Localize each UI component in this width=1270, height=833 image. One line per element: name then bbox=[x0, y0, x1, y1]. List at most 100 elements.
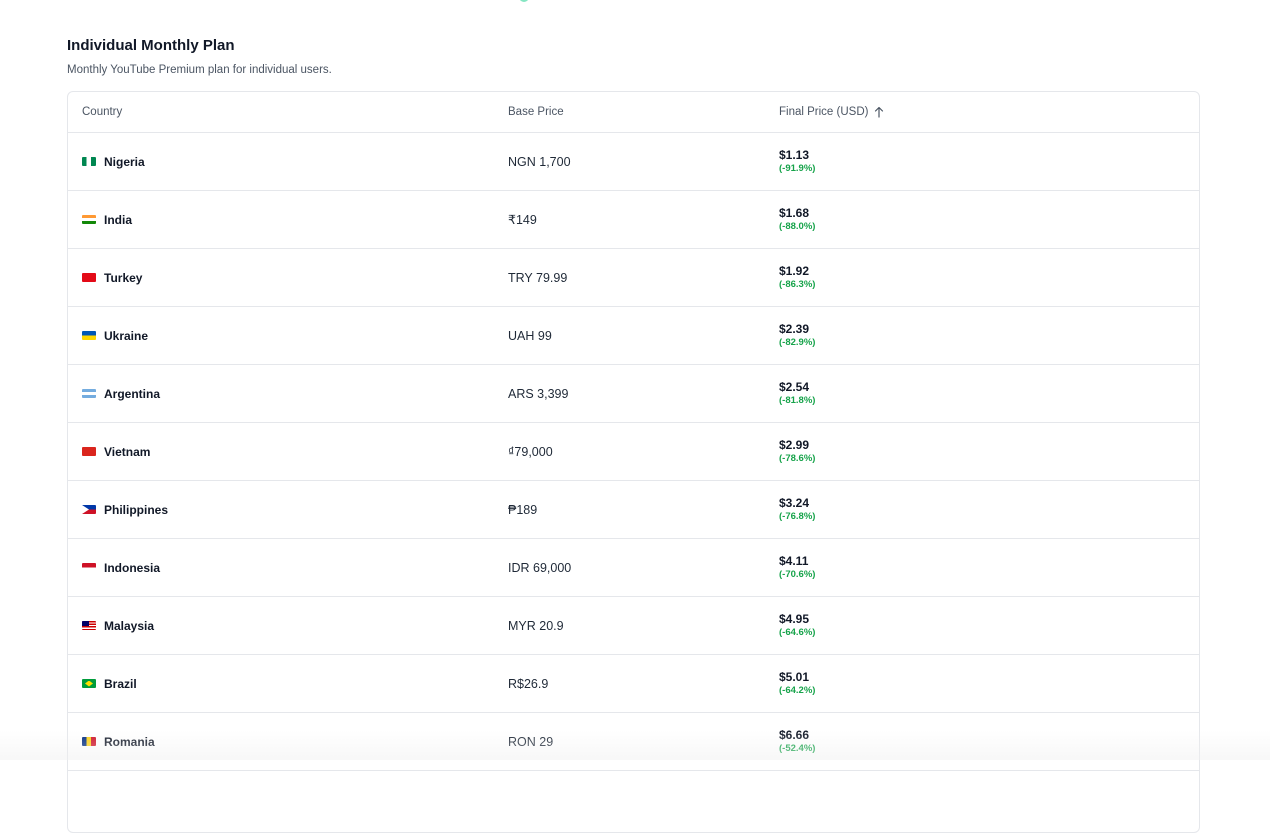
pricing-table: Country Base Price Final Price (USD) Nig… bbox=[67, 91, 1200, 833]
final-price-cell: $2.39 (-82.9%) bbox=[779, 307, 815, 364]
price-difference: (-70.6%) bbox=[779, 569, 816, 580]
country-cell: Argentina bbox=[82, 365, 160, 422]
country-name: Brazil bbox=[104, 676, 137, 691]
final-price: $1.92 bbox=[779, 264, 810, 278]
price-difference: (-81.8%) bbox=[779, 395, 816, 406]
price-difference: (-76.8%) bbox=[779, 511, 816, 522]
turkey-flag-icon bbox=[82, 273, 96, 282]
price-difference: (-52.4%) bbox=[779, 743, 816, 754]
price-difference: (-88.0%) bbox=[779, 221, 816, 232]
table-row[interactable]: Indonesia IDR 69,000 $4.11 (-70.6%) bbox=[68, 539, 1199, 597]
final-price-cell: $1.13 (-91.9%) bbox=[779, 133, 815, 190]
country-name: Philippines bbox=[104, 502, 169, 517]
india-flag-icon bbox=[82, 215, 96, 224]
logo-icon bbox=[519, 0, 529, 2]
column-header-country[interactable]: Country bbox=[82, 92, 122, 132]
base-price-cell: ARS 3,399 bbox=[508, 386, 569, 401]
vietnam-flag-icon bbox=[82, 447, 96, 456]
table-row[interactable]: Argentina ARS 3,399 $2.54 (-81.8%) bbox=[68, 365, 1199, 423]
country-name: Indonesia bbox=[104, 560, 161, 575]
country-cell: India bbox=[82, 191, 132, 248]
final-price: $5.01 bbox=[779, 670, 810, 684]
table-row[interactable]: Nigeria NGN 1,700 $1.13 (-91.9%) bbox=[68, 133, 1199, 191]
section-title: Individual Monthly Plan bbox=[67, 37, 235, 54]
country-cell: Philippines bbox=[82, 481, 168, 538]
final-price-cell: $1.68 (-88.0%) bbox=[779, 191, 815, 248]
final-price-cell: $3.24 (-76.8%) bbox=[779, 481, 815, 538]
country-cell: Nigeria bbox=[82, 133, 145, 190]
column-header-final-price-label: Final Price (USD) bbox=[779, 106, 869, 118]
base-price-cell: R$26.9 bbox=[508, 676, 549, 691]
country-name: Vietnam bbox=[104, 444, 151, 459]
table-row[interactable]: Malaysia MYR 20.9 $4.95 (-64.6%) bbox=[68, 597, 1199, 655]
country-name: Romania bbox=[104, 734, 155, 749]
final-price: $2.54 bbox=[779, 380, 810, 394]
malaysia-flag-icon bbox=[82, 621, 96, 630]
country-cell: Vietnam bbox=[82, 423, 150, 480]
price-difference: (-64.6%) bbox=[779, 627, 816, 638]
table-header: Country Base Price Final Price (USD) bbox=[68, 92, 1199, 133]
table-row[interactable]: Romania RON 29 $6.66 (-52.4%) bbox=[68, 713, 1199, 771]
price-difference: (-86.3%) bbox=[779, 279, 816, 290]
base-price-cell: ₫79,000 bbox=[508, 444, 553, 459]
base-price-cell: ₱189 bbox=[508, 502, 538, 517]
arrow-up-icon[interactable] bbox=[874, 106, 884, 118]
country-name: Argentina bbox=[104, 386, 161, 401]
table-row[interactable]: Brazil R$26.9 $5.01 (-64.2%) bbox=[68, 655, 1199, 713]
brazil-flag-icon bbox=[82, 679, 96, 688]
base-price-cell: RON 29 bbox=[508, 734, 554, 749]
base-price-cell: ₹149 bbox=[508, 213, 537, 227]
final-price-cell: $5.01 (-64.2%) bbox=[779, 655, 815, 712]
final-price: $4.11 bbox=[779, 554, 809, 568]
country-cell: Malaysia bbox=[82, 597, 154, 654]
indonesia-flag-icon bbox=[82, 563, 96, 572]
country-cell: Indonesia bbox=[82, 539, 160, 596]
base-price-cell: IDR 69,000 bbox=[508, 560, 572, 575]
price-difference: (-91.9%) bbox=[779, 163, 816, 174]
final-price-cell: $1.92 (-86.3%) bbox=[779, 249, 815, 306]
country-cell: Romania bbox=[82, 713, 155, 770]
base-price-cell: TRY 79.99 bbox=[508, 270, 568, 285]
table-row[interactable]: Vietnam ₫79,000 $2.99 (-78.6%) bbox=[68, 423, 1199, 481]
final-price: $2.39 bbox=[779, 322, 810, 336]
final-price: $1.13 bbox=[779, 148, 810, 162]
column-header-base-price[interactable]: Base Price bbox=[508, 92, 564, 132]
final-price-cell: $4.11 (-70.6%) bbox=[779, 539, 815, 596]
column-header-final-price[interactable]: Final Price (USD) bbox=[779, 92, 884, 132]
final-price: $6.66 bbox=[779, 728, 810, 742]
table-row[interactable]: Ukraine UAH 99 $2.39 (-82.9%) bbox=[68, 307, 1199, 365]
table-body: Nigeria NGN 1,700 $1.13 (-91.9%) India ₹… bbox=[68, 133, 1199, 771]
base-price-cell: UAH 99 bbox=[508, 328, 552, 343]
country-name: India bbox=[104, 212, 133, 227]
country-name: Malaysia bbox=[104, 618, 155, 633]
ukraine-flag-icon bbox=[82, 331, 96, 340]
price-difference: (-64.2%) bbox=[779, 685, 816, 696]
final-price: $1.68 bbox=[779, 206, 810, 220]
final-price-cell: $2.54 (-81.8%) bbox=[779, 365, 815, 422]
country-name: Ukraine bbox=[104, 328, 149, 343]
philippines-flag-icon bbox=[82, 505, 96, 514]
country-name: Turkey bbox=[104, 270, 143, 285]
table-row[interactable]: Turkey TRY 79.99 $1.92 (-86.3%) bbox=[68, 249, 1199, 307]
base-price-cell: MYR 20.9 bbox=[508, 618, 564, 633]
nigeria-flag-icon bbox=[82, 157, 96, 166]
individual-monthly-plan-section: Individual Monthly Plan Monthly YouTube … bbox=[67, 36, 1200, 833]
final-price-cell: $6.66 (-52.4%) bbox=[779, 713, 815, 770]
final-price-cell: $2.99 (-78.6%) bbox=[779, 423, 815, 480]
base-price-cell: NGN 1,700 bbox=[508, 154, 571, 169]
price-difference: (-78.6%) bbox=[779, 453, 816, 464]
table-row[interactable]: Philippines ₱189 $3.24 (-76.8%) bbox=[68, 481, 1199, 539]
section-subtitle: Monthly YouTube Premium plan for individ… bbox=[67, 64, 332, 76]
country-cell: Turkey bbox=[82, 249, 142, 306]
country-cell: Brazil bbox=[82, 655, 137, 712]
argentina-flag-icon bbox=[82, 389, 96, 398]
final-price: $2.99 bbox=[779, 438, 810, 452]
country-name: Nigeria bbox=[104, 154, 145, 169]
table-row[interactable]: India ₹149 $1.68 (-88.0%) bbox=[68, 191, 1199, 249]
romania-flag-icon bbox=[82, 737, 96, 746]
final-price: $4.95 bbox=[779, 612, 810, 626]
country-cell: Ukraine bbox=[82, 307, 148, 364]
price-difference: (-82.9%) bbox=[779, 337, 816, 348]
final-price-cell: $4.95 (-64.6%) bbox=[779, 597, 815, 654]
final-price: $3.24 bbox=[779, 496, 810, 510]
